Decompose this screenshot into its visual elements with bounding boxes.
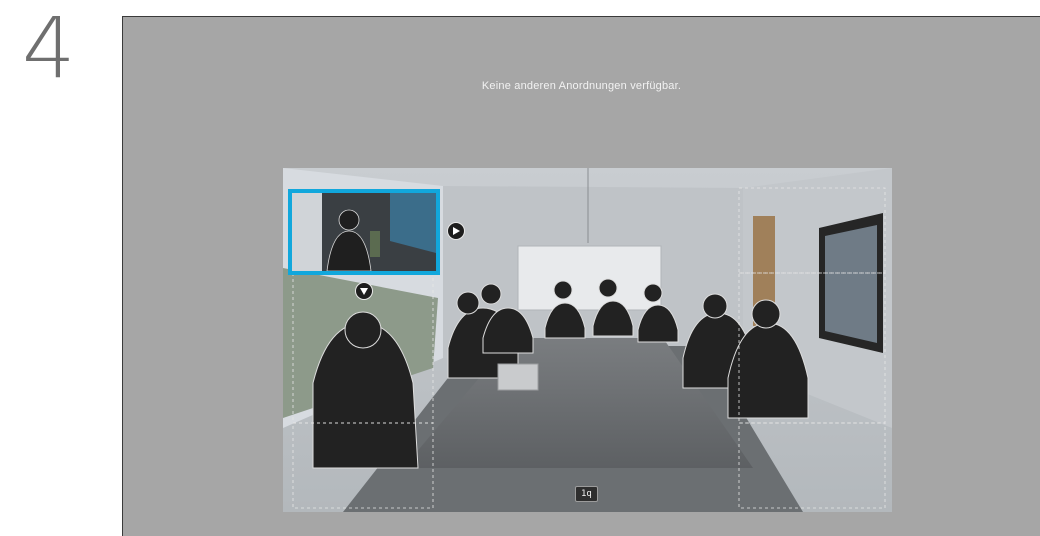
no-layouts-message: Keine anderen Anordnungen verfügbar. (481, 80, 682, 92)
self-view-pip[interactable] (288, 189, 440, 275)
step-number: 4 (22, 0, 75, 97)
move-pip-right-button[interactable] (447, 222, 465, 240)
layout-badge: 1q (575, 486, 598, 502)
play-down-icon (360, 288, 368, 295)
play-right-icon (453, 227, 460, 235)
move-pip-down-button[interactable] (355, 282, 373, 300)
layout-panel: Keine anderen Anordnungen verfügbar. 1q (122, 16, 1040, 536)
